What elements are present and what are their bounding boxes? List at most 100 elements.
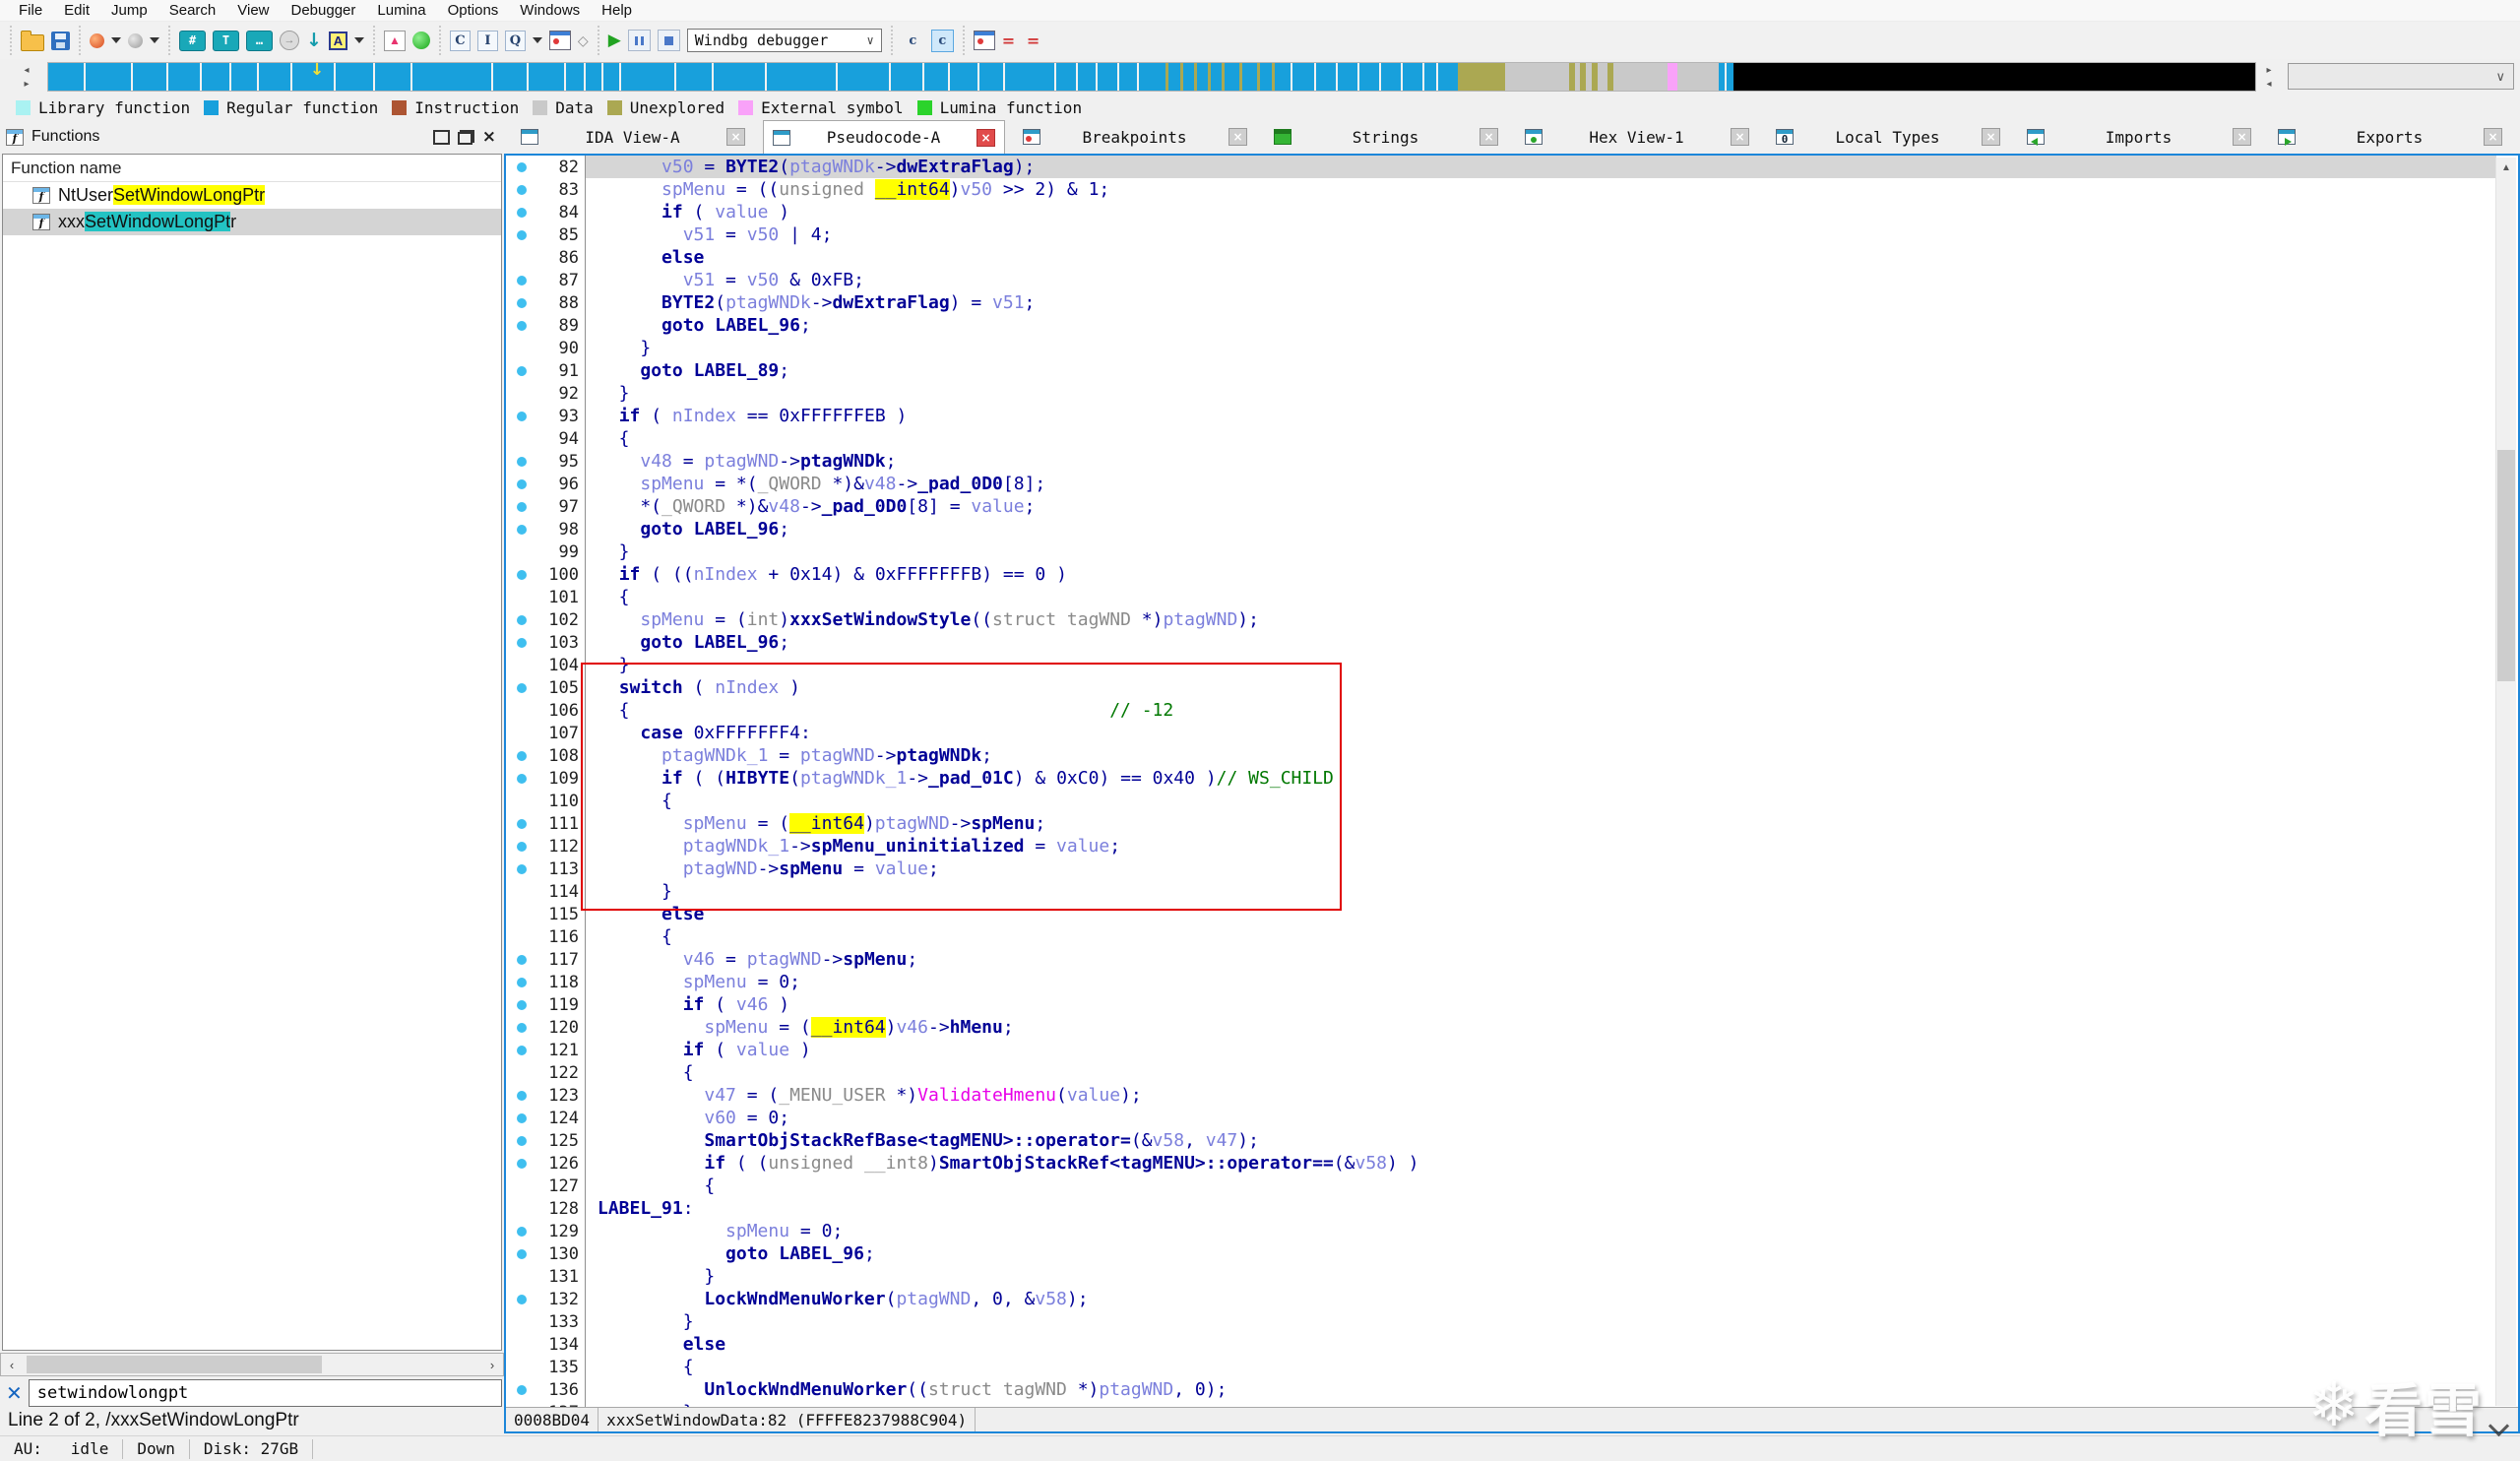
code-line-97[interactable]: 97 *(_QWORD *)& v48 -> _pad_0D0[8] = value; [506, 495, 2496, 518]
breakpoint-gutter[interactable] [506, 156, 537, 178]
tab-close-icon[interactable]: × [1730, 128, 1749, 146]
code-line-119[interactable]: 119 if ( v46 ) [506, 993, 2496, 1016]
breakpoint-gutter[interactable] [506, 1378, 537, 1401]
pseudocode-vscrollbar[interactable]: ▲ [2495, 158, 2516, 1406]
views-dropdown-icon[interactable] [532, 37, 542, 43]
code-line-106[interactable]: 106 { // -12 [506, 699, 2496, 722]
breakpoint-gutter[interactable] [506, 767, 537, 790]
code-line-115[interactable]: 115 else [506, 903, 2496, 925]
breakpoint-dot-icon[interactable] [517, 773, 527, 784]
breakpoint-gutter[interactable] [506, 699, 537, 722]
breakpoint-gutter[interactable] [506, 1333, 537, 1356]
code-line-129[interactable]: 129 spMenu = 0; [506, 1220, 2496, 1242]
breakpoint-gutter[interactable] [506, 1310, 537, 1333]
breakpoint-gutter[interactable] [506, 450, 537, 473]
rename-dropdown-icon[interactable] [353, 37, 364, 43]
breakpoint-dot-icon[interactable] [517, 614, 527, 625]
code-line-105[interactable]: 105 switch ( nIndex ) [506, 676, 2496, 699]
code-line-91[interactable]: 91 goto LABEL_89; [506, 359, 2496, 382]
code-line-125[interactable]: 125 SmartObjStackRefBase<tagMENU>::opera… [506, 1129, 2496, 1152]
menu-options[interactable]: Options [437, 1, 510, 20]
breakpoint-gutter[interactable] [506, 1152, 537, 1175]
code-line-85[interactable]: 85 v51 = v50 | 4; [506, 223, 2496, 246]
breakpoint-dot-icon[interactable] [517, 365, 527, 376]
breakpoint-gutter[interactable] [506, 744, 537, 767]
diamond-icon[interactable]: ◇ [578, 32, 589, 49]
code-line-128[interactable]: 128 LABEL_91: [506, 1197, 2496, 1220]
xrefs-icon[interactable]: → [280, 31, 299, 50]
navband-scroll-left[interactable]: ◂ ▸ [16, 62, 37, 92]
breakpoint-gutter[interactable] [506, 405, 537, 427]
breakpoint-dot-icon[interactable] [517, 1226, 527, 1237]
breakpoint-gutter[interactable] [506, 563, 537, 586]
breakpoint-gutter[interactable] [506, 178, 537, 201]
tab-imports[interactable]: Imports × [2018, 120, 2260, 154]
breakpoint-gutter[interactable] [506, 1265, 537, 1288]
breakpoint-gutter[interactable] [506, 608, 537, 631]
breakpoint-gutter[interactable] [506, 518, 537, 540]
navband-zoom-select[interactable]: ∨ [2288, 63, 2514, 90]
breakpoint-dot-icon[interactable] [517, 863, 527, 874]
breakpoint-gutter[interactable] [506, 382, 537, 405]
step-into-source-icon[interactable]: c [930, 29, 954, 52]
breakpoint-dot-icon[interactable] [517, 229, 527, 240]
breakpoint-dot-icon[interactable] [517, 750, 527, 761]
code-line-104[interactable]: 104 } [506, 654, 2496, 676]
code-line-88[interactable]: 88 BYTE2(ptagWNDk -> dwExtraFlag) = v51; [506, 291, 2496, 314]
breakpoint-gutter[interactable] [506, 1242, 537, 1265]
code-line-90[interactable]: 90 } [506, 337, 2496, 359]
code-line-111[interactable]: 111 spMenu = (__int64) ptagWND -> spMenu; [506, 812, 2496, 835]
code-line-116[interactable]: 116 { [506, 925, 2496, 948]
breakpoint-gutter[interactable] [506, 903, 537, 925]
code-line-98[interactable]: 98 goto LABEL_96; [506, 518, 2496, 540]
code-line-126[interactable]: 126 if ( (unsigned __int8) SmartObjStackR… [506, 1152, 2496, 1175]
breakpoint-gutter[interactable] [506, 246, 537, 269]
functions-hscrollbar[interactable]: ‹ › [0, 1353, 504, 1376]
breakpoint-gutter[interactable] [506, 1356, 537, 1378]
tab-close-icon[interactable]: × [725, 128, 745, 146]
start-process-icon[interactable]: ▶ [608, 31, 621, 50]
code-line-112[interactable]: 112 ptagWNDk_1 -> spMenu_uninitialized = v… [506, 835, 2496, 858]
breakpoint-gutter[interactable] [506, 812, 537, 835]
tab-close-icon[interactable]: × [1480, 128, 1498, 146]
breakpoint-gutter[interactable] [506, 427, 537, 450]
code-line-107[interactable]: 107 case 0xFFFFFFF4: [506, 722, 2496, 744]
breakpoint-dot-icon[interactable] [517, 1248, 527, 1259]
breakpoint-dot-icon[interactable] [517, 1158, 527, 1169]
code-line-99[interactable]: 99 } [506, 540, 2496, 563]
menu-lumina[interactable]: Lumina [366, 1, 436, 20]
hscroll-thumb[interactable] [27, 1356, 322, 1373]
navigation-band[interactable]: ↓ [47, 62, 2256, 92]
code-line-109[interactable]: 109 if ( (HIBYTE(ptagWNDk_1 -> _pad_01C) &… [506, 767, 2496, 790]
code-line-86[interactable]: 86 else [506, 246, 2496, 269]
code-line-87[interactable]: 87 v51 = v50 & 0xFB; [506, 269, 2496, 291]
code-line-110[interactable]: 110 { [506, 790, 2496, 812]
breakpoint-dot-icon[interactable] [517, 320, 527, 331]
code-line-102[interactable]: 102 spMenu = (int) xxxSetWindowStyle((str… [506, 608, 2496, 631]
dock-icon[interactable] [432, 129, 450, 145]
open-file-icon[interactable] [21, 31, 44, 51]
breakpoint-dot-icon[interactable] [517, 478, 527, 489]
function-row[interactable]: f xxxSetWindowLongPtr [3, 209, 501, 235]
jump-back-dropdown-icon[interactable] [111, 37, 121, 43]
breakpoint-dot-icon[interactable] [517, 954, 527, 965]
breakpoint-dot-icon[interactable] [517, 1022, 527, 1033]
breakpoint-gutter[interactable] [506, 1061, 537, 1084]
quick-view-icon[interactable]: Q [504, 30, 526, 51]
breakpoint-gutter[interactable] [506, 359, 537, 382]
scroll-right-icon[interactable]: › [481, 1354, 503, 1375]
code-line-89[interactable]: 89 goto LABEL_96; [506, 314, 2496, 337]
code-line-83[interactable]: 83 spMenu = ((unsigned __int64) v50 >> 2)… [506, 178, 2496, 201]
navband-scroll-right[interactable]: ▸ ◂ [2258, 62, 2280, 92]
delete-breakpoint-icon[interactable]: =­ [1002, 32, 1020, 50]
breakpoint-dot-icon[interactable] [517, 456, 527, 467]
breakpoint-dot-icon[interactable] [517, 1112, 527, 1123]
breakpoint-dot-icon[interactable] [517, 161, 527, 172]
breakpoint-gutter[interactable] [506, 473, 537, 495]
code-line-84[interactable]: 84 if ( value ) [506, 201, 2496, 223]
jump-back-icon[interactable] [90, 32, 104, 48]
code-line-101[interactable]: 101 { [506, 586, 2496, 608]
tab-strings[interactable]: Strings × [1265, 120, 1507, 154]
tab-close-icon[interactable]: × [2484, 128, 2502, 146]
menu-view[interactable]: View [226, 1, 280, 20]
